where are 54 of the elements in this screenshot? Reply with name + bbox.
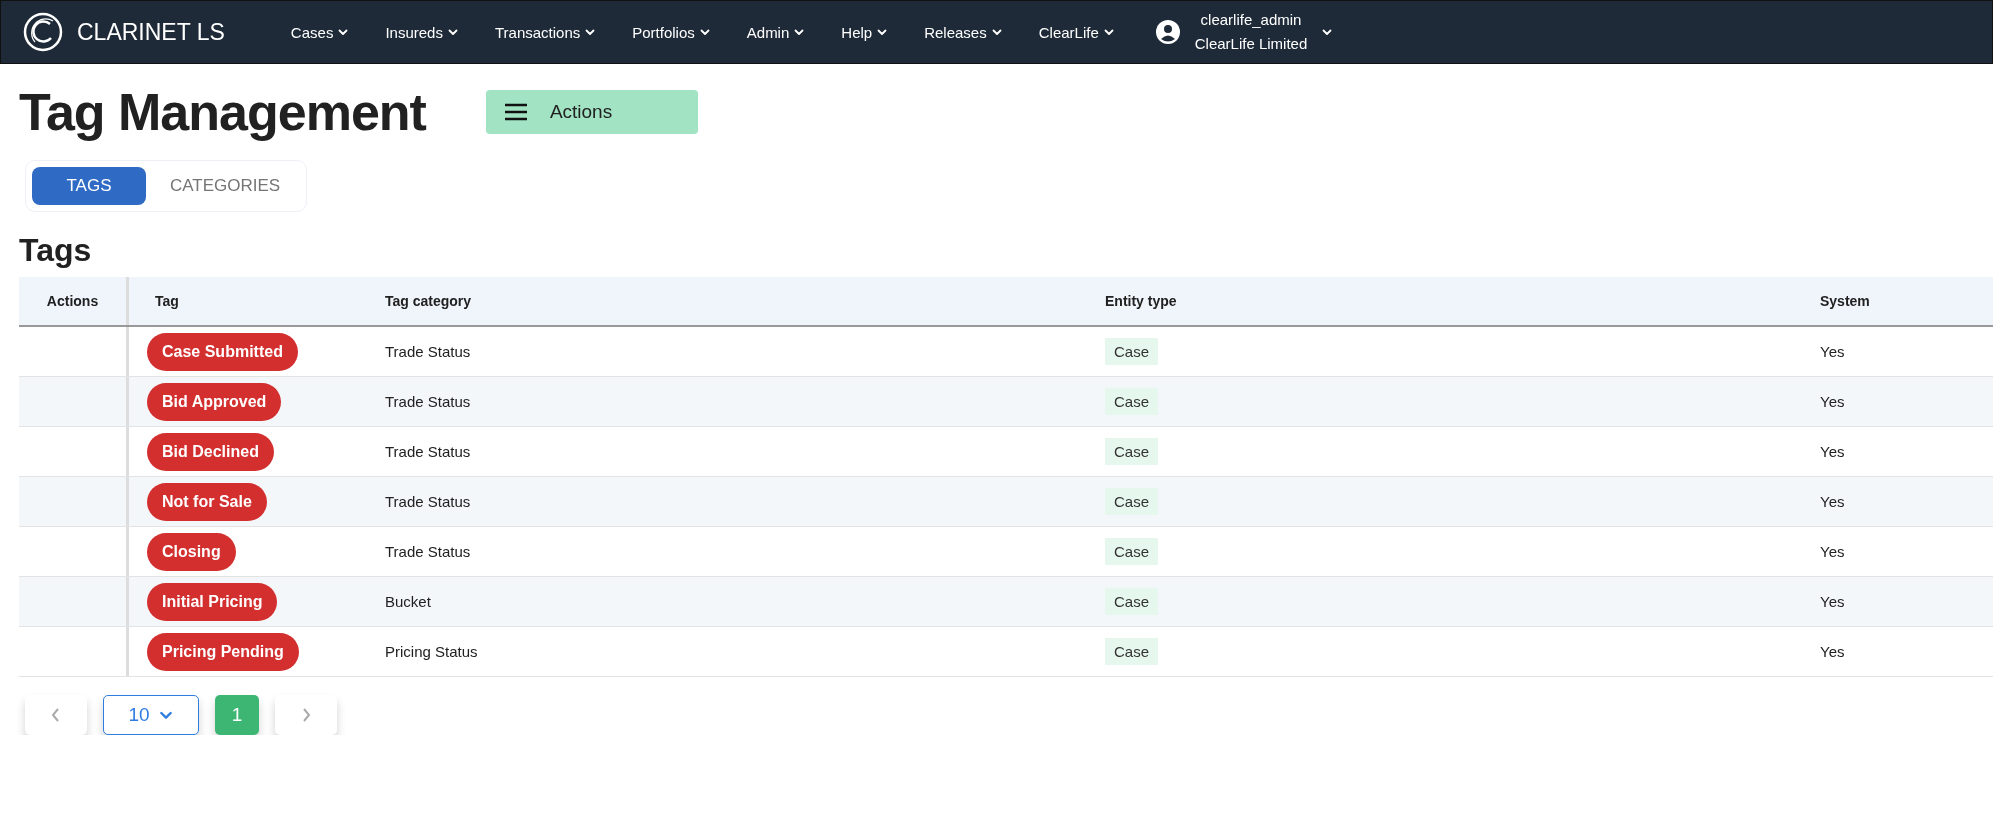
column-header: Tag xyxy=(154,292,180,311)
column-header: System xyxy=(1819,292,1871,311)
column-header: Tag category xyxy=(384,292,473,311)
table-cell: Yes xyxy=(1820,343,1845,360)
nav-menu[interactable]: Releases xyxy=(906,17,1021,47)
table-cell: Yes xyxy=(1820,643,1845,660)
tab[interactable]: CATEGORIES xyxy=(150,167,301,205)
tag-chip: Initial Pricing xyxy=(147,582,278,621)
entity-type-chip: Case xyxy=(1105,438,1159,465)
table-cell: Bucket xyxy=(385,593,431,610)
page-size-select[interactable]: 10 xyxy=(103,695,199,735)
chevron-right-icon xyxy=(300,707,312,723)
user-avatar-icon xyxy=(1154,19,1181,45)
table-cell: Yes xyxy=(1820,543,1845,560)
column-header: Entity type xyxy=(1104,292,1178,311)
nav-menu[interactable]: Insureds xyxy=(367,17,477,47)
column-header: Actions xyxy=(19,277,129,325)
tag-chip: Bid Approved xyxy=(147,382,282,421)
table-cell: Trade Status xyxy=(385,343,471,360)
nav-menu[interactable]: Transactions xyxy=(476,17,615,47)
nav-menu[interactable]: Portfolios xyxy=(614,17,729,47)
nav-menu[interactable]: Help xyxy=(823,17,907,47)
menu-icon xyxy=(503,103,528,121)
entity-type-chip: Case xyxy=(1105,338,1159,365)
entity-type-chip: Case xyxy=(1105,588,1159,615)
tab[interactable]: TAGS xyxy=(32,167,146,205)
table-cell: Yes xyxy=(1820,443,1845,460)
user-menu[interactable]: clearlife_admin ClearLife Limited xyxy=(1144,4,1344,60)
nav-menu[interactable]: Admin xyxy=(728,17,824,47)
section-title: Tags xyxy=(19,232,93,269)
table-cell: Yes xyxy=(1820,493,1845,510)
chevron-left-icon xyxy=(50,707,62,723)
table-cell: Trade Status xyxy=(385,393,471,410)
logo-icon xyxy=(23,12,63,52)
brand-link[interactable]: CLARINET LS xyxy=(23,12,225,52)
tag-chip: Case Submitted xyxy=(147,332,298,371)
table-cell: Yes xyxy=(1820,393,1845,410)
nav-menu[interactable]: Cases xyxy=(272,17,368,47)
table-cell: Pricing Status xyxy=(385,643,478,660)
page-title: Tag Management xyxy=(19,82,426,142)
tag-chip: Not for Sale xyxy=(147,482,267,521)
tag-chip: Bid Declined xyxy=(147,432,274,471)
entity-type-chip: Case xyxy=(1105,538,1159,565)
actions-button[interactable]: Actions xyxy=(485,90,698,134)
tag-chip: Closing xyxy=(147,532,236,571)
table-cell: Trade Status xyxy=(385,543,471,560)
table-cell: Trade Status xyxy=(385,493,471,510)
table-cell: Trade Status xyxy=(385,443,471,460)
entity-type-chip: Case xyxy=(1105,488,1159,515)
tag-chip: Pricing Pending xyxy=(147,632,299,671)
entity-type-chip: Case xyxy=(1105,388,1159,415)
nav-menu[interactable]: ClearLife xyxy=(1020,17,1133,47)
table-cell: Yes xyxy=(1820,593,1845,610)
entity-type-chip: Case xyxy=(1105,638,1159,665)
